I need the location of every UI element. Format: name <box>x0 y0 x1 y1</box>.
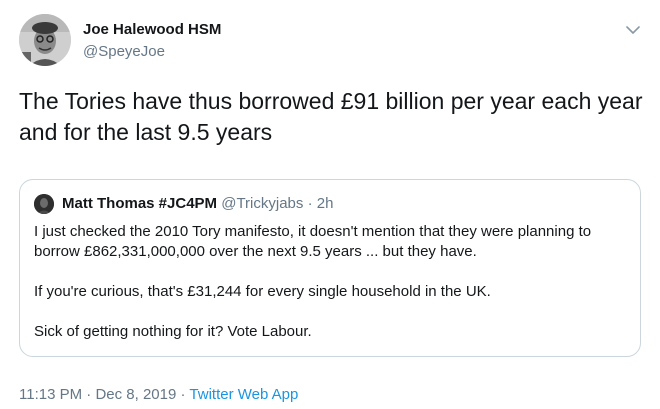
footer-separator: · <box>86 386 92 403</box>
author-handle[interactable]: @SpeyeJoe <box>83 43 165 60</box>
tweet-source-link[interactable]: Twitter Web App <box>189 386 298 403</box>
quoted-separator: · <box>307 195 313 212</box>
quoted-paragraph: Sick of getting nothing for it? Vote Lab… <box>34 323 312 340</box>
quoted-body: I just checked the 2010 Tory manifesto, … <box>34 222 634 342</box>
footer-separator: · <box>180 386 186 403</box>
tweet-date[interactable]: Dec 8, 2019 <box>95 386 176 403</box>
quoted-paragraph: If you're curious, that's £31,244 for ev… <box>34 283 491 300</box>
tweet-text: The Tories have thus borrowed £91 billio… <box>19 88 643 145</box>
tweet-footer: 11:13 PM · Dec 8, 2019 · Twitter Web App <box>19 386 298 403</box>
chevron-down-icon[interactable] <box>624 21 642 39</box>
quoted-paragraph: I just checked the 2010 Tory manifesto, … <box>34 223 592 260</box>
quoted-author-handle[interactable]: @Trickyjabs <box>221 195 303 212</box>
quoted-timestamp[interactable]: 2h <box>317 195 334 212</box>
tweet-time[interactable]: 11:13 PM <box>19 386 82 403</box>
quoted-tweet[interactable]: Matt Thomas #JC4PM @Trickyjabs · 2h I ju… <box>19 179 641 357</box>
author-name[interactable]: Joe Halewood HSM <box>83 21 221 38</box>
avatar[interactable] <box>19 14 71 66</box>
quoted-author-name[interactable]: Matt Thomas #JC4PM <box>62 195 217 212</box>
quoted-header: Matt Thomas #JC4PM @Trickyjabs · 2h <box>62 195 333 212</box>
quoted-avatar[interactable] <box>34 194 54 214</box>
